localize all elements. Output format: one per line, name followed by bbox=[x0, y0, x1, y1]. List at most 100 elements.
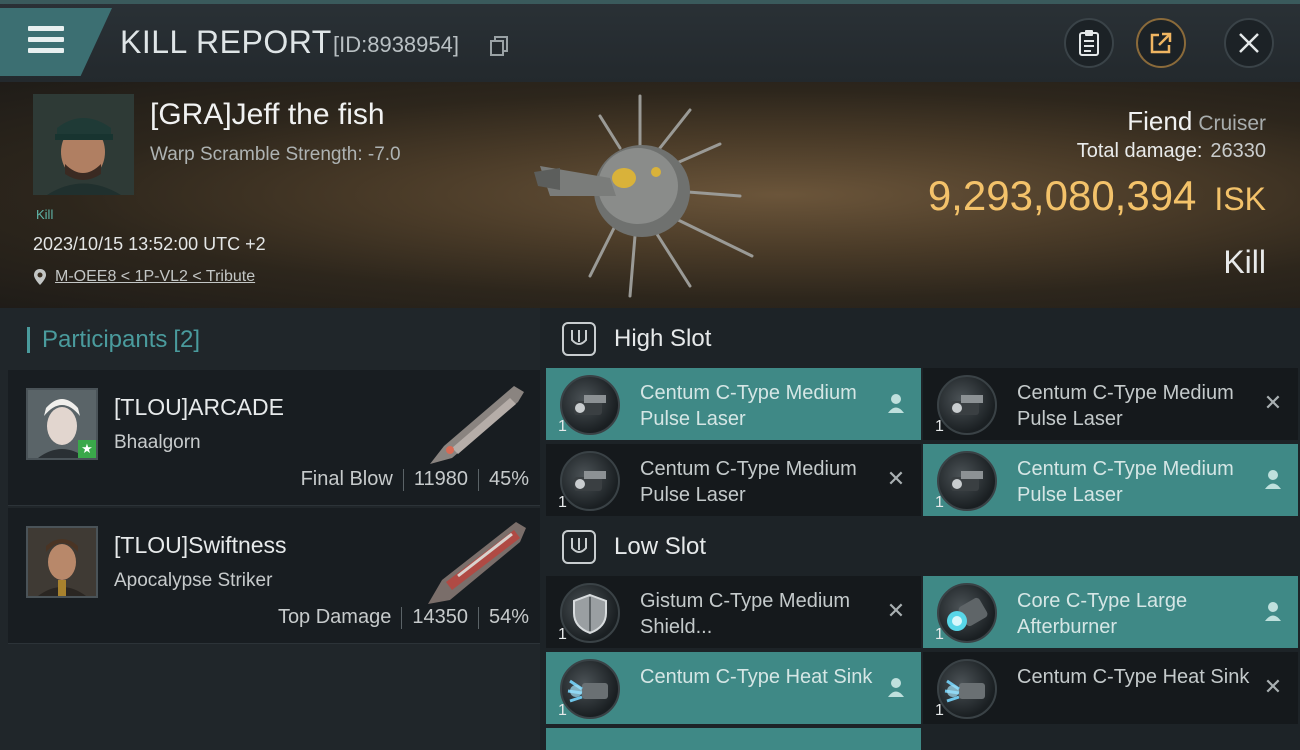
ship-name[interactable]: Fiend Cruiser bbox=[1127, 106, 1266, 137]
laser-icon bbox=[937, 375, 997, 435]
laser-icon bbox=[937, 451, 997, 511]
pilot-icon bbox=[885, 676, 907, 698]
participant-row[interactable]: ★ [TLOU]ARCADE Bhaalgorn Final Blow 1198… bbox=[8, 370, 540, 506]
participant-row[interactable]: [TLOU]Swiftness Apocalypse Striker Top D… bbox=[8, 508, 540, 644]
participant-ship-render bbox=[428, 522, 526, 604]
x-icon: ✕ bbox=[1263, 390, 1283, 415]
clipboard-icon bbox=[1079, 30, 1099, 56]
participant-avatar[interactable] bbox=[26, 526, 98, 598]
module-quantity: 1 bbox=[935, 494, 944, 511]
kill-result: Kill bbox=[1223, 244, 1266, 280]
pilot-portrait bbox=[33, 94, 134, 195]
module-name: Core C-Type Large Afterburner bbox=[1017, 590, 1188, 638]
pilot-icon bbox=[885, 392, 907, 414]
close-icon bbox=[1239, 33, 1259, 53]
module-card[interactable]: 1 Core C-Type Large Afterburner bbox=[923, 576, 1298, 648]
report-id: [ID:8938954] bbox=[333, 32, 459, 57]
participant-name[interactable]: [TLOU]ARCADE bbox=[114, 394, 284, 421]
participant-ship-render bbox=[430, 386, 524, 464]
clipboard-button[interactable] bbox=[1064, 18, 1114, 68]
participant-ship: Bhaalgorn bbox=[114, 432, 201, 453]
participant-stats: Top Damage 14350 54% bbox=[278, 606, 529, 629]
high-slot-header: High Slot bbox=[562, 322, 711, 356]
module-quantity: 1 bbox=[558, 626, 567, 643]
total-damage-value: 26330 bbox=[1210, 140, 1266, 162]
module-name: Centum C-Type Heat Sink bbox=[640, 666, 873, 688]
module-card[interactable]: 1 Centum C-Type Heat Sink bbox=[546, 652, 921, 724]
total-damage: Total damage: 26330 bbox=[1077, 140, 1266, 163]
participant-name[interactable]: [TLOU]Swiftness bbox=[114, 532, 287, 559]
participants-header-bar bbox=[27, 327, 30, 353]
location[interactable]: M-OEE8 < 1P-VL2 < Tribute bbox=[33, 268, 255, 286]
module-card[interactable]: 1 Centum C-Type Medium Pulse Laser bbox=[923, 444, 1298, 516]
participants-header: Participants [2] bbox=[27, 326, 200, 354]
participant-avatar[interactable]: ★ bbox=[26, 388, 98, 460]
participant-role: Final Blow bbox=[300, 468, 393, 490]
location-pin-icon bbox=[34, 269, 46, 285]
participant-damage: 14350 bbox=[412, 606, 468, 628]
participant-percent: 45% bbox=[488, 468, 529, 490]
high-slot-icon bbox=[562, 322, 596, 356]
module-name: Centum C-Type Heat Sink bbox=[1017, 666, 1250, 688]
pilot-portrait bbox=[28, 528, 96, 596]
low-slot-icon bbox=[562, 530, 596, 564]
high-slot-label: High Slot bbox=[614, 325, 712, 352]
participants-panel: Participants [2] ★ [TLOU]ARCADE Bhaalgor… bbox=[0, 308, 540, 750]
isk-value: 9,293,080,394 ISK bbox=[928, 172, 1266, 220]
heat-sink-icon bbox=[560, 659, 620, 719]
participant-percent: 54% bbox=[488, 606, 529, 628]
location-link[interactable]: M-OEE8 < 1P-VL2 < Tribute bbox=[55, 268, 255, 286]
participants-label: Participants bbox=[42, 326, 168, 353]
laser-icon bbox=[560, 375, 620, 435]
pilot-icon bbox=[1262, 600, 1284, 622]
module-card[interactable]: 1 Gistum C-Type Medium Shield... ✕ bbox=[546, 576, 921, 648]
top-bar: KILL REPORT [ID:8938954] bbox=[0, 0, 1300, 82]
hamburger-icon[interactable] bbox=[28, 26, 64, 56]
close-button[interactable] bbox=[1224, 18, 1274, 68]
module-quantity: 1 bbox=[935, 626, 944, 643]
module-name: Centum C-Type Medium Pulse Laser bbox=[640, 458, 857, 506]
pilot-icon bbox=[1262, 468, 1284, 490]
module-card[interactable] bbox=[546, 728, 921, 750]
victim-name[interactable]: [GRA]Jeff the fish bbox=[150, 98, 385, 132]
low-slot-label: Low Slot bbox=[614, 533, 707, 560]
module-name: Centum C-Type Medium Pulse Laser bbox=[1017, 458, 1234, 506]
share-button[interactable] bbox=[1136, 18, 1186, 68]
heat-sink-icon bbox=[937, 659, 997, 719]
isk-currency: ISK bbox=[1214, 181, 1266, 217]
copy-icon[interactable] bbox=[490, 36, 508, 56]
isk-amount: 9,293,080,394 bbox=[927, 172, 1197, 219]
module-quantity: 1 bbox=[558, 418, 567, 435]
module-name: Centum C-Type Medium Pulse Laser bbox=[1017, 382, 1234, 430]
kill-datetime: 2023/10/15 13:52:00 UTC +2 bbox=[33, 234, 266, 254]
participant-ship: Apocalypse Striker bbox=[114, 570, 273, 591]
participant-role: Top Damage bbox=[277, 606, 392, 628]
module-quantity: 1 bbox=[558, 494, 567, 511]
x-icon: ✕ bbox=[886, 466, 906, 491]
kill-tag: Kill bbox=[36, 207, 54, 222]
participants-count: [2] bbox=[173, 326, 201, 353]
module-quantity: 1 bbox=[935, 702, 944, 719]
page-title: KILL REPORT bbox=[120, 24, 332, 60]
module-card[interactable]: 1 Centum C-Type Medium Pulse Laser ✕ bbox=[546, 444, 921, 516]
warp-scramble-strength: Warp Scramble Strength: -7.0 bbox=[150, 144, 401, 165]
ship-render[interactable] bbox=[520, 86, 770, 306]
module-card[interactable]: 1 Centum C-Type Heat Sink ✕ bbox=[923, 652, 1298, 724]
share-icon bbox=[1150, 32, 1172, 54]
x-icon: ✕ bbox=[1263, 674, 1283, 699]
module-name: Gistum C-Type Medium Shield... bbox=[640, 590, 851, 638]
module-name: Centum C-Type Medium Pulse Laser bbox=[640, 382, 857, 430]
module-card[interactable]: 1 Centum C-Type Medium Pulse Laser bbox=[546, 368, 921, 440]
shield-icon bbox=[560, 583, 620, 643]
total-damage-label: Total damage: bbox=[1076, 140, 1203, 162]
victim-avatar[interactable] bbox=[33, 94, 134, 195]
module-quantity: 1 bbox=[558, 702, 567, 719]
module-quantity: 1 bbox=[935, 418, 944, 435]
module-card[interactable]: 1 Centum C-Type Medium Pulse Laser ✕ bbox=[923, 368, 1298, 440]
ship-class: Cruiser bbox=[1198, 112, 1266, 135]
ship-type: Fiend bbox=[1127, 106, 1193, 136]
fitting-panel: High Slot 1 Centum C-Type Medium Pulse L… bbox=[540, 308, 1300, 750]
x-icon: ✕ bbox=[886, 598, 906, 623]
participant-damage: 11980 bbox=[413, 468, 468, 490]
victim-panel: [GRA]Jeff the fish Warp Scramble Strengt… bbox=[0, 82, 1300, 308]
